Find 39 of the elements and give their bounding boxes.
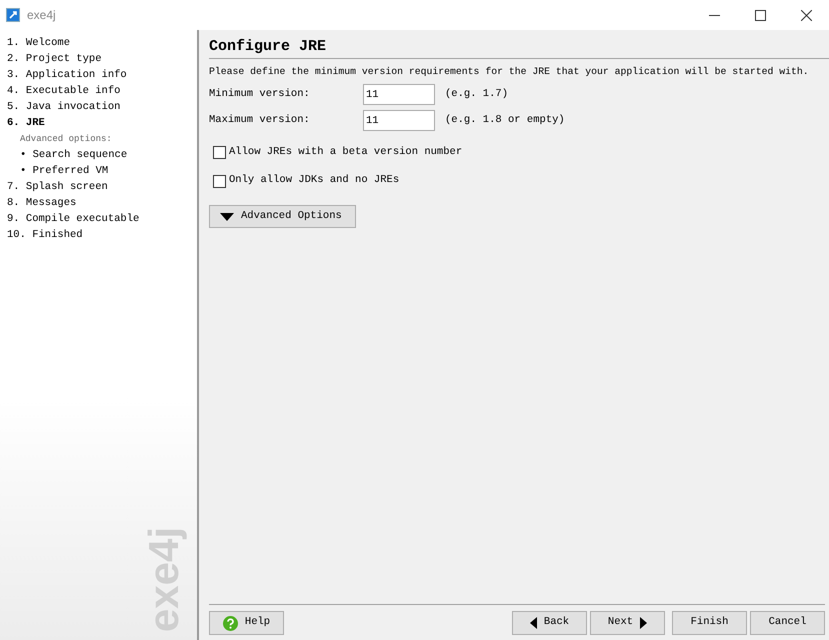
app-icon [6, 8, 20, 22]
caret-down-icon [220, 212, 234, 221]
sidebar-item[interactable]: 1. Welcome [0, 35, 197, 51]
advanced-options-button[interactable]: Advanced Options [209, 205, 356, 228]
close-icon [800, 10, 812, 20]
field-label: Minimum version: [209, 86, 311, 102]
field-label: Maximum version: [209, 112, 311, 128]
sidebar-item[interactable]: 7. Splash screen [0, 179, 197, 195]
right-arrow-icon [640, 617, 648, 629]
sidebar-item[interactable]: • Preferred VM [0, 163, 197, 179]
back-button[interactable]: Back [512, 611, 587, 635]
help-button[interactable]: Help [209, 611, 284, 635]
sidebar-item[interactable]: 10. Finished [0, 227, 197, 243]
sidebar-item[interactable]: 2. Project type [0, 51, 197, 67]
help-icon [222, 616, 238, 630]
sidebar-item[interactable]: • Search sequence [0, 147, 197, 163]
maximize-icon [754, 10, 766, 20]
version-field[interactable]: 11 [363, 110, 435, 132]
hint-text: (e.g. 1.8 or empty) [445, 112, 565, 128]
window-title: exe4j [27, 7, 56, 24]
next-button[interactable]: Next [590, 611, 665, 635]
sidebar-item[interactable]: 5. Java invocation [0, 99, 197, 115]
left-arrow-icon [530, 617, 537, 629]
section-label: Advanced options: [19, 133, 113, 146]
checkbox[interactable] [213, 174, 226, 188]
hint-text: (e.g. 1.7) [445, 86, 508, 102]
sidebar-item[interactable]: 4. Executable info [0, 83, 197, 99]
sidebar-item[interactable]: 3. Application info [0, 67, 197, 83]
version-field[interactable]: 11 [363, 84, 435, 106]
finish-button[interactable]: Finish [672, 611, 747, 635]
sidebar-item[interactable]: 6. JRE [0, 115, 197, 131]
page-title: Configure JRE [209, 30, 829, 59]
sidebar-item[interactable]: 9. Compile executable [0, 211, 197, 227]
checkbox-label: Only allow JDKs and no JREs [229, 173, 400, 188]
checkbox[interactable] [213, 146, 226, 160]
checkbox-label: Allow JREs with a beta version number [229, 144, 462, 160]
description-text: Please define the minimum version requirements for the JRE that your application will be started with. [209, 65, 810, 79]
cancel-button[interactable]: Cancel [750, 611, 825, 635]
sidebar-item[interactable]: 8. Messages [0, 195, 197, 211]
